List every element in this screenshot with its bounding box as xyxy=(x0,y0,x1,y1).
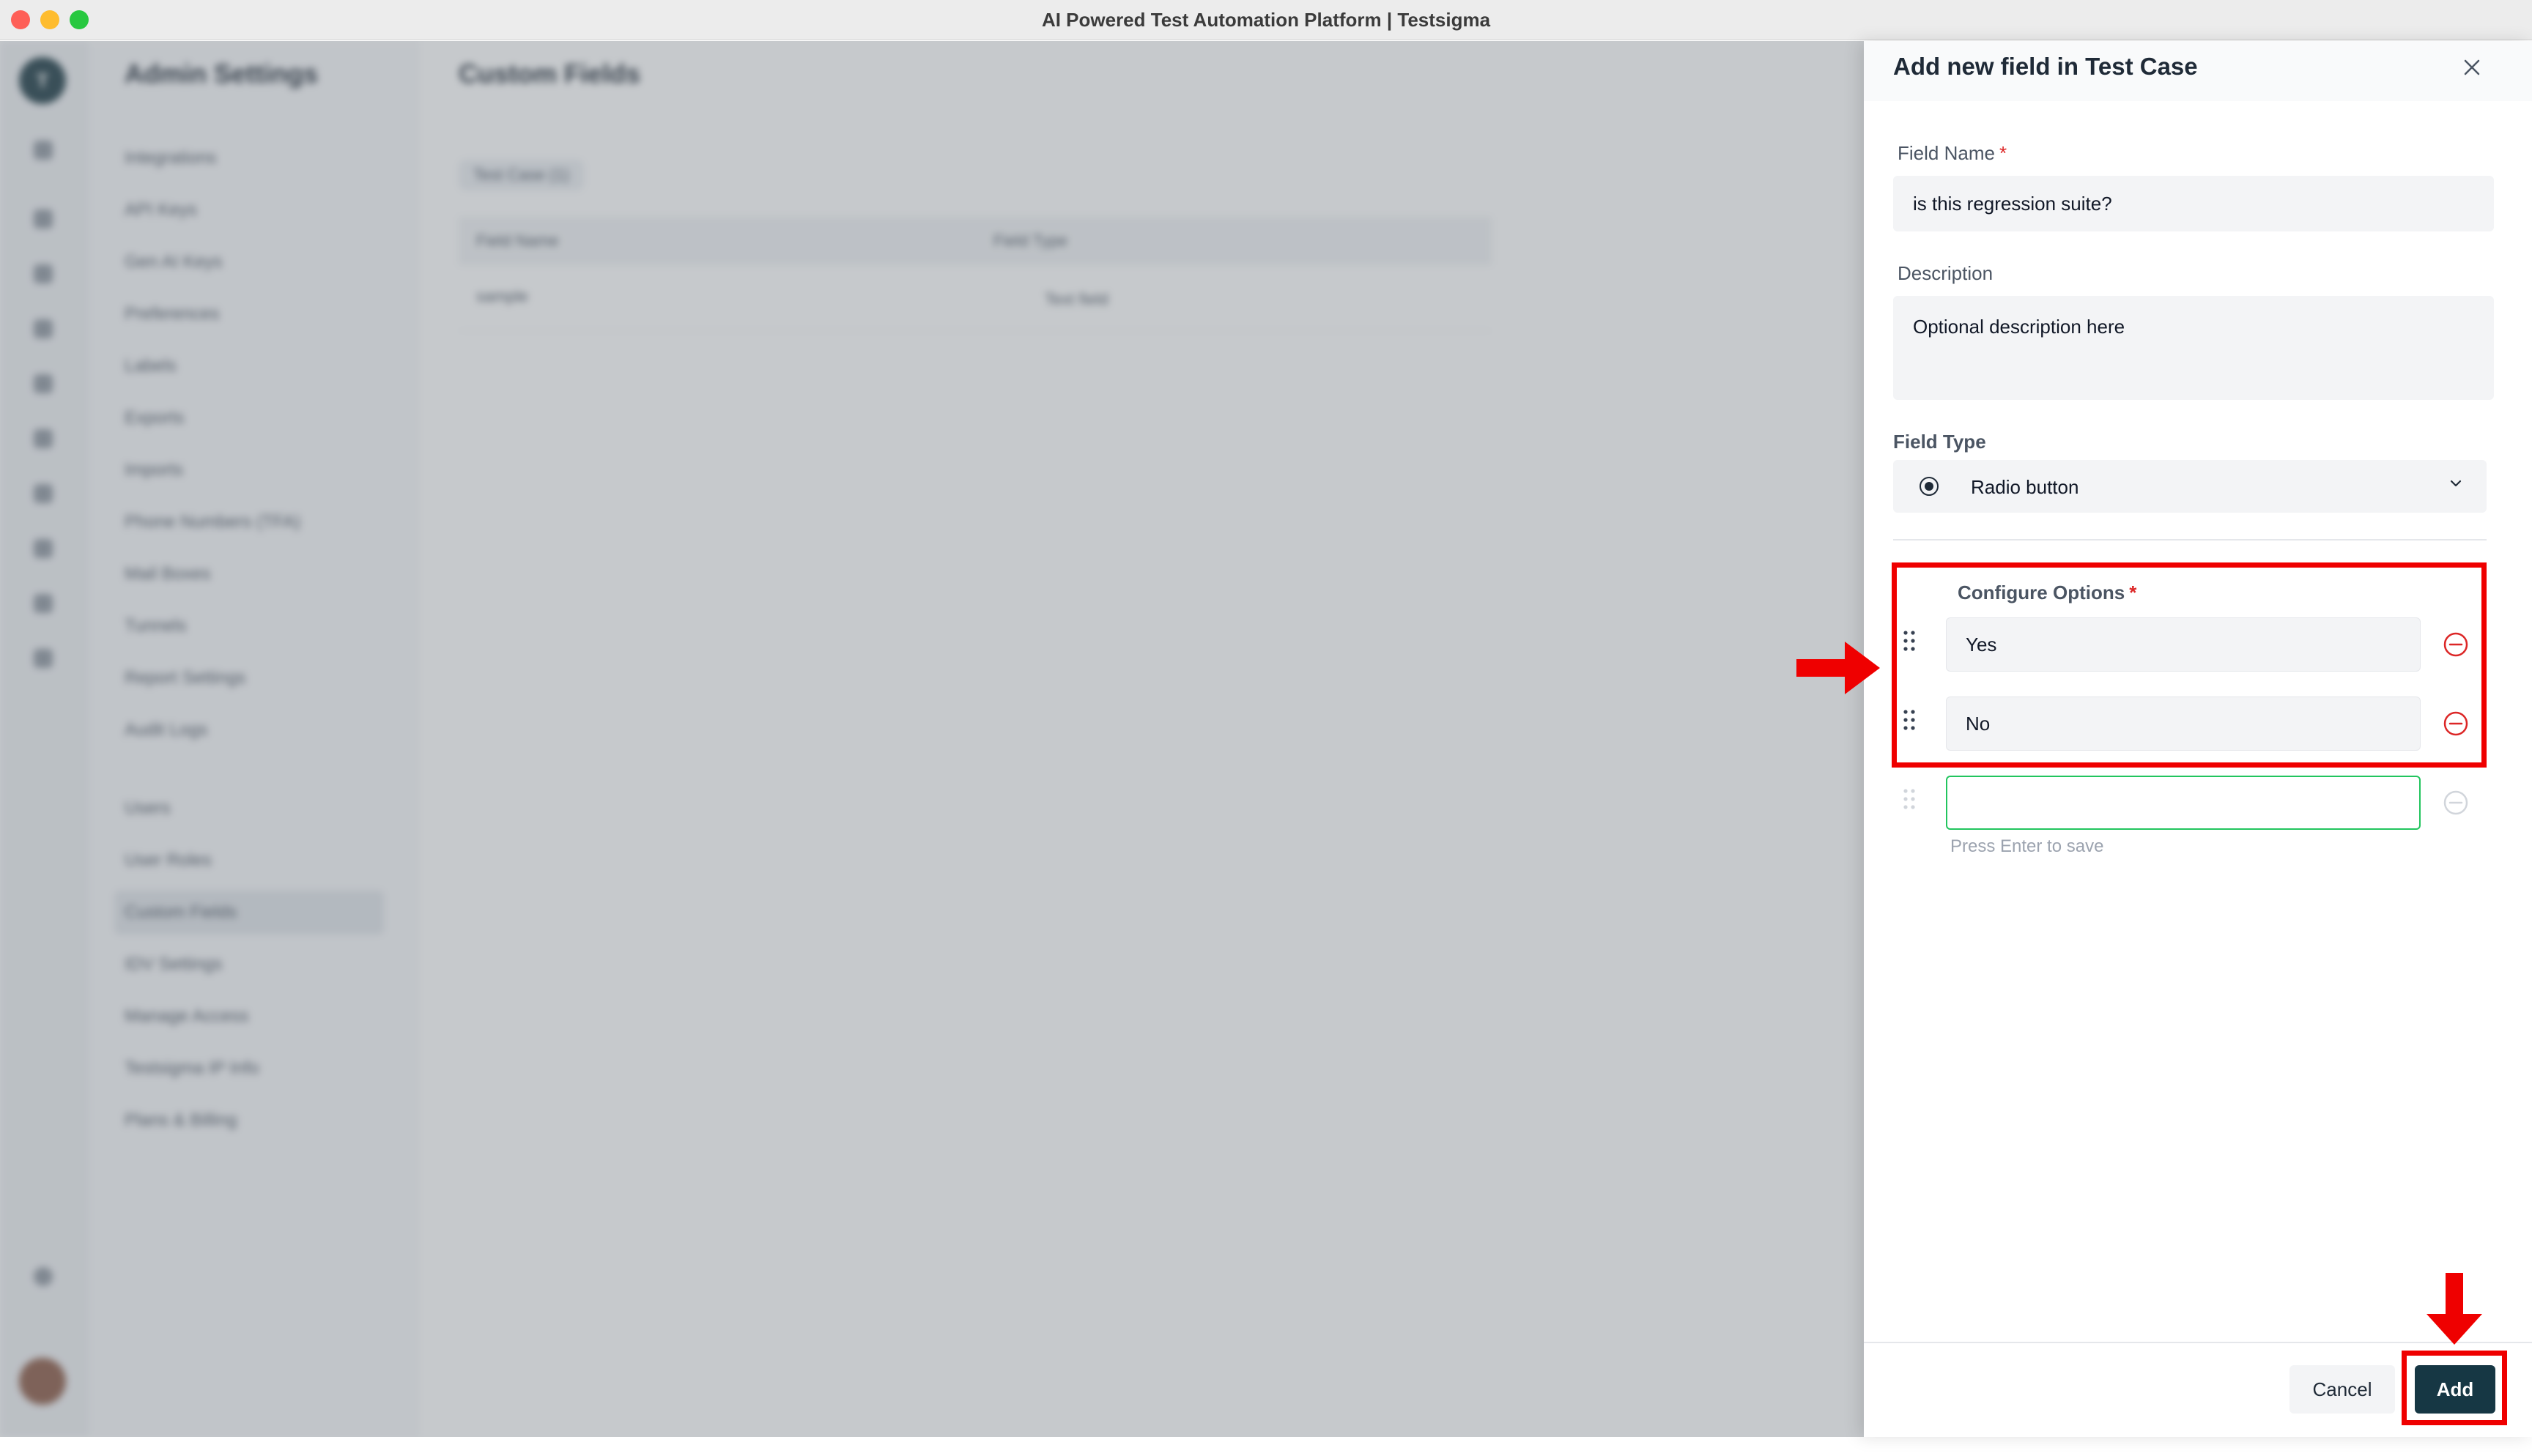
drawer-title: Add new field in Test Case xyxy=(1893,53,2198,80)
required-mark: * xyxy=(1999,142,2007,164)
field-name-label: Field Name * xyxy=(1898,142,2007,165)
description-textarea[interactable] xyxy=(1893,296,2494,400)
description-label: Description xyxy=(1898,262,1994,284)
configure-options-label-text: Configure Options xyxy=(1958,582,2125,603)
option-input[interactable] xyxy=(1946,697,2421,751)
window-title-bar: AI Powered Test Automation Platform | Te… xyxy=(0,0,2532,40)
field-type-value: Radio button xyxy=(1971,476,2079,498)
window-title: AI Powered Test Automation Platform | Te… xyxy=(1041,9,1491,31)
chevron-down-icon xyxy=(2450,480,2462,487)
drawer-header: Add new field in Test Case xyxy=(1864,41,2532,101)
drag-handle-icon[interactable] xyxy=(1902,707,1917,732)
required-mark: * xyxy=(2129,582,2137,603)
enter-to-save-hint: Press Enter to save xyxy=(1950,836,2104,856)
add-button[interactable]: Add xyxy=(2415,1365,2495,1414)
remove-option-icon xyxy=(2443,790,2468,815)
background-app: T Admin Settings Integrations API Keys G… xyxy=(0,41,1864,1437)
drag-handle-icon xyxy=(1903,789,1915,809)
remove-option-icon[interactable] xyxy=(2443,631,2469,658)
new-option-input[interactable] xyxy=(1946,776,2421,830)
drag-handle-icon[interactable] xyxy=(1902,628,1917,653)
field-name-label-text: Field Name xyxy=(1898,142,1995,164)
option-input[interactable] xyxy=(1946,617,2421,672)
field-type-label: Field Type xyxy=(1893,431,1986,453)
field-name-input[interactable] xyxy=(1893,176,2494,231)
section-divider xyxy=(1893,539,2487,541)
close-icon xyxy=(2464,59,2480,75)
configure-options-label: Configure Options * xyxy=(1958,582,2136,604)
close-button[interactable] xyxy=(2456,51,2488,83)
field-type-select[interactable]: Radio button xyxy=(1893,460,2487,513)
cancel-button[interactable]: Cancel xyxy=(2289,1365,2395,1414)
radio-button-icon xyxy=(1920,477,1939,496)
remove-option-icon[interactable] xyxy=(2443,710,2469,737)
add-field-drawer: Add new field in Test Case Field Name* D… xyxy=(1864,41,2532,1437)
modal-backdrop[interactable] xyxy=(0,41,1864,1437)
